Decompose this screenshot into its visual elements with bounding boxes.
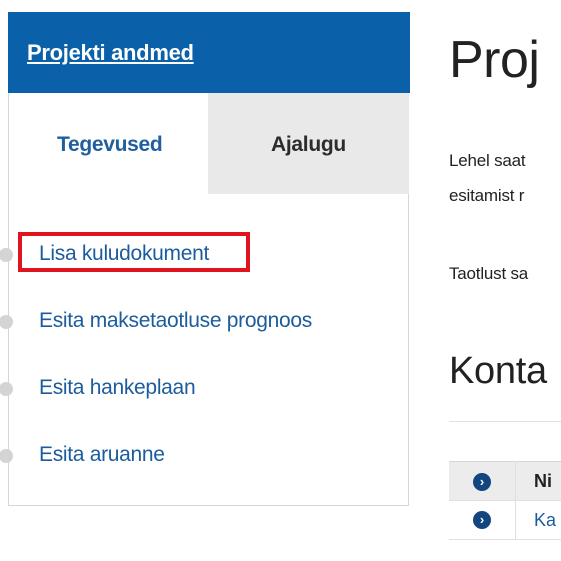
add-expense-document-link[interactable]: Lisa kuludokument xyxy=(39,242,209,266)
timeline-dot-icon xyxy=(0,315,13,329)
table-row: › Ka xyxy=(449,500,561,540)
list-item: Esita maksetaotluse prognoos xyxy=(0,301,408,341)
row-icon-cell: › xyxy=(449,500,516,540)
contact-name-link[interactable]: Ka xyxy=(534,510,556,530)
submit-procurement-plan-link[interactable]: Esita hankeplaan xyxy=(39,376,196,400)
sidebar-header: Projekti andmed xyxy=(8,12,410,93)
intro-text-line-3: Taotlust sa xyxy=(449,264,529,283)
divider xyxy=(449,421,561,422)
list-item: Esita aruanne xyxy=(0,435,408,475)
row-name-cell: Ka xyxy=(515,500,561,540)
chevron-right-circle-icon[interactable]: › xyxy=(473,510,491,529)
chevron-right-circle-icon[interactable]: › xyxy=(473,472,491,491)
tab-history[interactable]: Ajalugu xyxy=(208,93,409,194)
column-header-name[interactable]: Ni xyxy=(515,461,561,501)
header-icon-cell: › xyxy=(449,461,516,501)
project-sidebar: Projekti andmed Tegevused Ajalugu Lisa k… xyxy=(0,12,410,506)
contacts-heading: Konta xyxy=(449,350,547,392)
list-item: Esita hankeplaan xyxy=(0,368,408,408)
page-title: Proj xyxy=(449,31,540,89)
tab-history-label: Ajalugu xyxy=(271,133,346,156)
intro-text-line-1: Lehel saat xyxy=(449,151,526,170)
project-data-link[interactable]: Projekti andmed xyxy=(27,40,194,66)
contacts-table: › Ni › Ka xyxy=(449,461,561,540)
submit-payment-forecast-link[interactable]: Esita maksetaotluse prognoos xyxy=(39,309,312,333)
tab-activities-label: Tegevused xyxy=(57,133,163,156)
submit-report-link[interactable]: Esita aruanne xyxy=(39,443,165,467)
intro-text-line-2: esitamist r xyxy=(449,186,525,205)
table-header-row: › Ni xyxy=(449,461,561,501)
page: Projekti andmed Tegevused Ajalugu Lisa k… xyxy=(0,0,561,561)
tab-activities[interactable]: Tegevused xyxy=(9,93,208,194)
timeline-dot-icon xyxy=(0,248,13,262)
timeline-dot-icon xyxy=(0,382,13,396)
list-item: Lisa kuludokument xyxy=(0,234,408,274)
timeline-dot-icon xyxy=(0,449,13,463)
